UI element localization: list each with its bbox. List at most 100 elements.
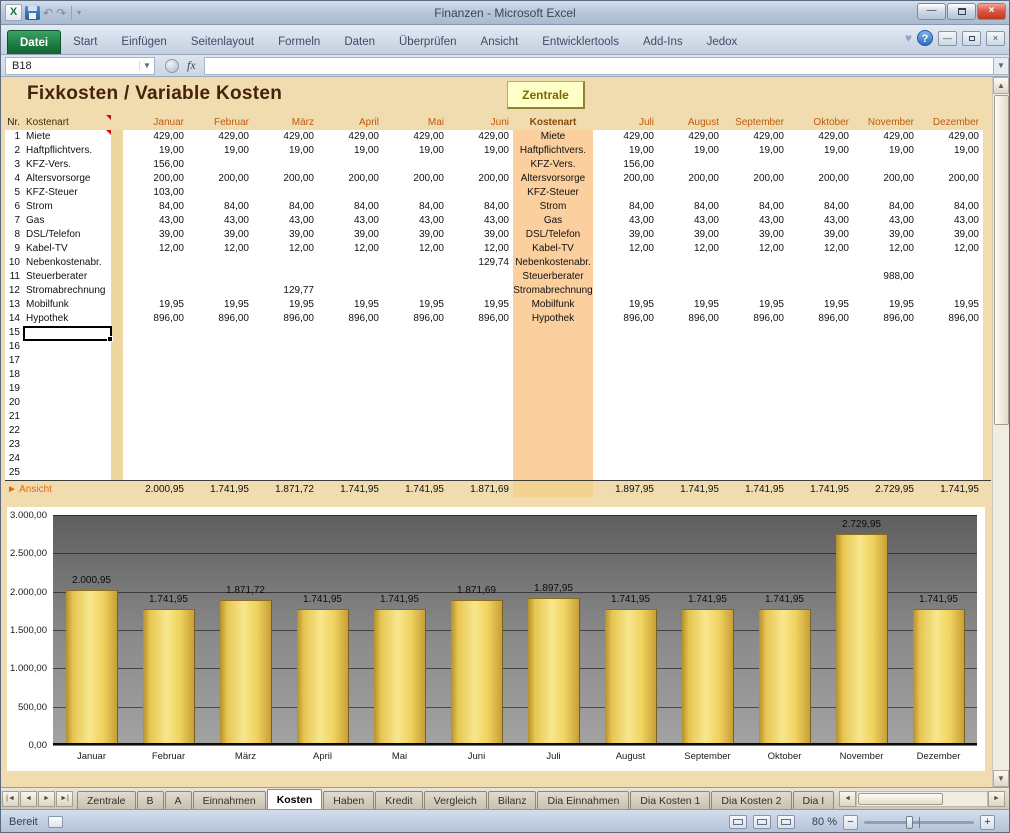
cell-month-value[interactable]: 19,00 — [658, 144, 723, 158]
cell-month-value[interactable] — [853, 158, 918, 172]
cell-month-value[interactable] — [658, 438, 723, 452]
cell-month-value[interactable]: 19,95 — [123, 298, 188, 312]
cell-month-value[interactable]: 19,95 — [658, 298, 723, 312]
totals-month-value[interactable]: 1.871,72 — [253, 481, 318, 497]
ribbon-tab-einf-gen[interactable]: Einfügen — [109, 30, 178, 54]
cell-month-value[interactable] — [853, 354, 918, 368]
cell-nr[interactable]: 20 — [5, 396, 23, 410]
cell-nr[interactable]: 6 — [5, 200, 23, 214]
ribbon-tab-add-ins[interactable]: Add-Ins — [631, 30, 695, 54]
cell-kostenart[interactable] — [23, 424, 111, 438]
cell-month-value[interactable] — [788, 382, 853, 396]
cell-month-value[interactable] — [788, 326, 853, 340]
cell-month-value[interactable]: 19,00 — [918, 144, 983, 158]
cell-nr[interactable]: 1 — [5, 130, 23, 144]
cell-month-value[interactable] — [383, 158, 448, 172]
restore-button[interactable] — [947, 3, 976, 20]
cell-month-value[interactable] — [723, 270, 788, 284]
cell-month-value[interactable] — [853, 256, 918, 270]
cell-month-value[interactable] — [448, 410, 513, 424]
cell-month-value[interactable]: 19,00 — [593, 144, 658, 158]
cell-month-value[interactable] — [723, 452, 788, 466]
cell-month-value[interactable] — [253, 186, 318, 200]
cell-month-value[interactable] — [188, 270, 253, 284]
cell-kostenart[interactable]: Hypothek — [23, 312, 111, 326]
cell-kostenart[interactable] — [23, 438, 111, 452]
cell-month-value[interactable] — [593, 452, 658, 466]
cell-month-value[interactable] — [853, 284, 918, 298]
cell-month-value[interactable]: 84,00 — [123, 200, 188, 214]
cell-month-value[interactable]: 200,00 — [123, 172, 188, 186]
cell-month-value[interactable] — [318, 354, 383, 368]
cell-month-value[interactable] — [318, 452, 383, 466]
totals-month-value[interactable]: 2.000,95 — [123, 481, 188, 497]
sheet-tab-vergleich[interactable]: Vergleich — [424, 791, 487, 809]
sheet-tab-dia-einnahmen[interactable]: Dia Einnahmen — [537, 791, 629, 809]
cell-month-value[interactable] — [723, 382, 788, 396]
cell-month-value[interactable]: 200,00 — [918, 172, 983, 186]
cell-band[interactable] — [111, 312, 123, 326]
cell-month-value[interactable]: 988,00 — [853, 270, 918, 284]
cost-bar-chart[interactable]: 2.000,951.741,951.871,721.741,951.741,95… — [7, 507, 985, 771]
cell-month-value[interactable] — [853, 438, 918, 452]
cell-month-value[interactable]: 43,00 — [253, 214, 318, 228]
cell-band[interactable] — [111, 382, 123, 396]
cell-month-value[interactable]: 429,00 — [383, 130, 448, 144]
cell-month-value[interactable]: 39,00 — [188, 228, 253, 242]
cell-month-value[interactable] — [723, 340, 788, 354]
cell-month-value[interactable]: 12,00 — [448, 242, 513, 256]
cell-month-value[interactable] — [448, 284, 513, 298]
cell-nr[interactable]: 13 — [5, 298, 23, 312]
cell-month-value[interactable]: 896,00 — [593, 312, 658, 326]
ribbon-tab-entwicklertools[interactable]: Entwicklertools — [530, 30, 631, 54]
cell-month-value[interactable] — [788, 186, 853, 200]
heart-icon[interactable]: ♥ — [905, 31, 912, 45]
cell-month-value[interactable]: 12,00 — [918, 242, 983, 256]
cell-month-value[interactable] — [318, 256, 383, 270]
cell-month-value[interactable] — [253, 424, 318, 438]
cell-month-value[interactable]: 84,00 — [658, 200, 723, 214]
horizontal-scroll-thumb[interactable] — [858, 793, 942, 805]
cell-month-value[interactable]: 39,00 — [723, 228, 788, 242]
cell-band[interactable] — [111, 298, 123, 312]
cell-month-value[interactable] — [318, 438, 383, 452]
ribbon-tab-formeln[interactable]: Formeln — [266, 30, 332, 54]
cell-month-value[interactable] — [448, 466, 513, 480]
cell-month-value[interactable] — [123, 354, 188, 368]
cell-month-value[interactable]: 12,00 — [318, 242, 383, 256]
cell-month-value[interactable] — [123, 326, 188, 340]
bar-september[interactable] — [682, 609, 733, 743]
cell-month-value[interactable]: 896,00 — [253, 312, 318, 326]
cell-band[interactable] — [111, 270, 123, 284]
cell-month-value[interactable] — [253, 452, 318, 466]
cell-month-value[interactable] — [383, 382, 448, 396]
cell-month-value[interactable] — [448, 424, 513, 438]
cell-month-value[interactable] — [723, 186, 788, 200]
cell-kostenart2[interactable] — [513, 368, 593, 382]
cell-month-value[interactable]: 156,00 — [123, 158, 188, 172]
cell-month-value[interactable]: 429,00 — [593, 130, 658, 144]
cell-band[interactable] — [111, 466, 123, 480]
cell-nr[interactable]: 7 — [5, 214, 23, 228]
cell-month-value[interactable]: 39,00 — [383, 228, 448, 242]
ribbon-tab-ansicht[interactable]: Ansicht — [469, 30, 531, 54]
cell-month-value[interactable] — [123, 256, 188, 270]
cell-kostenart2[interactable] — [513, 424, 593, 438]
cell-band[interactable] — [111, 200, 123, 214]
cell-month-value[interactable]: 200,00 — [593, 172, 658, 186]
cell-month-value[interactable]: 896,00 — [188, 312, 253, 326]
cell-month-value[interactable] — [253, 158, 318, 172]
cell-month-value[interactable]: 84,00 — [448, 200, 513, 214]
cell-month-value[interactable] — [723, 438, 788, 452]
cell-nr[interactable]: 2 — [5, 144, 23, 158]
cell-month-value[interactable] — [918, 368, 983, 382]
cell-month-value[interactable]: 429,00 — [918, 130, 983, 144]
cell-month-value[interactable]: 39,00 — [658, 228, 723, 242]
cell-month-value[interactable]: 84,00 — [853, 200, 918, 214]
cell-kostenart2[interactable]: Nebenkostenabr. — [513, 256, 593, 270]
cell-month-value[interactable] — [853, 368, 918, 382]
cell-month-value[interactable]: 84,00 — [788, 200, 853, 214]
cell-month-value[interactable] — [918, 452, 983, 466]
bar-mai[interactable] — [374, 609, 425, 743]
cell-month-value[interactable]: 39,00 — [918, 228, 983, 242]
